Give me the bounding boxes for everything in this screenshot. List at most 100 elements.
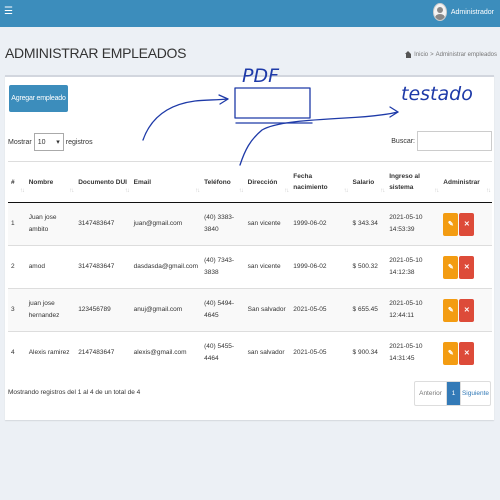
pagination-previous[interactable]: Anterior: [415, 382, 447, 405]
cell-actions: ✎ ✕: [440, 245, 492, 289]
breadcrumb-current: Administrar empleados: [435, 51, 497, 58]
table-body: 1 Juan jose ambito 3147483647 juan@gmail.co…: [8, 202, 492, 375]
user-name: Administrador: [450, 8, 494, 16]
edit-button[interactable]: ✎: [443, 298, 459, 322]
header-col-email[interactable]: Email ↑↓: [130, 161, 202, 203]
cell-salario: $ 655.45: [349, 288, 387, 332]
sort-icon: ↑↓: [19, 188, 25, 194]
length-suffix: registros: [65, 138, 93, 146]
cell-email: anuj@gmail.com: [130, 288, 202, 332]
header-label: Ingreso al sistema: [389, 173, 420, 191]
cell-dui: 2147483647: [75, 331, 131, 375]
cell-fecha-nac: 2021-05-05: [290, 331, 350, 375]
cell-telefono: (40) 3383-3840: [201, 202, 245, 246]
header-label: Nombre: [28, 178, 54, 186]
cell-direccion: San salvador: [244, 288, 291, 332]
delete-button[interactable]: ✕: [459, 341, 475, 365]
delete-button[interactable]: ✕: [459, 298, 475, 322]
search-label: Buscar:: [391, 137, 415, 145]
pagination-page-1[interactable]: 1: [447, 382, 460, 405]
length-select[interactable]: 10 ▾: [33, 133, 64, 151]
cell-nombre: Juan jose ambito: [25, 202, 76, 246]
edit-button[interactable]: ✎: [443, 255, 459, 279]
cell-num: 1: [8, 202, 26, 246]
header-col-salario[interactable]: Salario ↑↓: [349, 161, 387, 203]
top-navbar: ☰ Administrador: [0, 0, 500, 27]
row-actions: ✎ ✕: [443, 298, 489, 322]
cell-telefono: (40) 5455-4464: [201, 331, 245, 375]
pencil-icon: ✎: [447, 307, 454, 314]
table-header-row: # ↑↓ Nombre ↑↓ Documento DUI ↑↓ Email ↑↓ Teléfon…: [8, 161, 492, 203]
table-row: 4 Alexis ramirez 2147483647 alexis@gmail.co…: [8, 331, 492, 375]
cell-salario: $ 343.34: [349, 202, 387, 246]
delete-button[interactable]: ✕: [459, 212, 475, 236]
cell-actions: ✎ ✕: [440, 288, 492, 332]
search-input[interactable]: [417, 131, 492, 151]
header-col-direccion[interactable]: Dirección ↑↓: [244, 161, 291, 203]
cell-fecha-nac: 2021-05-05: [290, 288, 350, 332]
cell-dui: 3147483647: [75, 202, 131, 246]
table-info: Mostrando registros del 1 al 4 de un tot…: [8, 389, 141, 396]
cell-actions: ✎ ✕: [440, 202, 492, 246]
cell-ingreso: 2021-05-10 14:31:45: [386, 331, 441, 375]
pagination: Anterior 1 Siguiente: [414, 381, 491, 406]
header-label: Salario: [352, 178, 375, 186]
header-label: Administrar: [443, 178, 480, 186]
header-col-num[interactable]: # ↑↓: [8, 161, 26, 203]
header-col-telefono[interactable]: Teléfono ↑↓: [201, 161, 245, 203]
times-icon: ✕: [463, 264, 470, 271]
times-icon: ✕: [463, 350, 470, 358]
add-employee-button[interactable]: Agregar empleado: [9, 85, 68, 112]
cell-ingreso: 2021-05-10 12:44:11: [386, 288, 441, 332]
sort-icon: ↑↓: [195, 188, 200, 194]
row-actions: ✎ ✕: [443, 341, 489, 365]
pencil-icon: ✎: [447, 264, 454, 271]
cell-actions: ✎ ✕: [440, 331, 492, 375]
row-actions: ✎ ✕: [443, 255, 489, 279]
cell-nombre: Alexis ramirez: [25, 331, 76, 375]
cell-dui: 3147483647: [75, 245, 131, 289]
row-actions: ✎ ✕: [443, 212, 489, 236]
header-label: Email: [133, 178, 152, 186]
hamburger-icon[interactable]: ☰: [4, 6, 13, 18]
header-col-nombre[interactable]: Nombre ↑↓: [25, 161, 76, 203]
breadcrumb-home[interactable]: Inicio: [414, 52, 428, 58]
table-row: 1 Juan jose ambito 3147483647 juan@gmail.co…: [8, 202, 492, 246]
pagination-next[interactable]: Siguiente: [460, 382, 490, 405]
home-icon: [405, 51, 412, 58]
header-col-dui[interactable]: Documento DUI ↑↓: [75, 161, 131, 203]
cell-email: dasdasda@gmail.com: [130, 245, 202, 289]
table-row: 3 juan jose hernandez 123456789 anuj@gmail.…: [8, 288, 492, 332]
header-col-ingreso[interactable]: Ingreso al sistema ↑↓: [386, 161, 441, 203]
cell-telefono: (40) 5494-4645: [201, 288, 245, 332]
sort-icon: ↑↓: [69, 188, 74, 194]
table-row: 2 amod 3147483647 dasdasda@gmail.com (40) 73…: [8, 245, 492, 289]
employees-table: # ↑↓ Nombre ↑↓ Documento DUI ↑↓ Email ↑↓ Teléfon…: [8, 161, 492, 375]
edit-button[interactable]: ✎: [443, 341, 459, 365]
times-icon: ✕: [463, 221, 470, 228]
cell-fecha-nac: 1999-06-02: [290, 202, 350, 246]
header-col-fecha-nacimiento[interactable]: Fecha nacimiento ↑↓: [290, 161, 350, 203]
sort-icon: ↑↓: [343, 188, 349, 194]
chevron-down-icon: ▾: [56, 139, 60, 146]
sort-icon: ↑↓: [124, 188, 130, 194]
header-col-administrar[interactable]: Administrar ↑↓: [440, 161, 492, 203]
header-label: Fecha nacimiento: [293, 173, 328, 191]
cell-salario: $ 900.34: [349, 331, 387, 375]
header-label: Documento DUI: [78, 178, 127, 186]
sort-icon: ↑↓: [380, 188, 385, 194]
cell-salario: $ 500.32: [349, 245, 387, 289]
user-menu[interactable]: Administrador: [432, 3, 494, 21]
breadcrumb-separator: >: [430, 51, 434, 58]
cell-email: juan@gmail.com: [130, 202, 202, 246]
cell-nombre: juan jose hernandez: [25, 288, 76, 332]
cell-ingreso: 2021-05-10 14:12:38: [386, 245, 441, 289]
sort-icon: ↑↓: [284, 188, 289, 194]
sort-icon: ↑↓: [486, 188, 491, 194]
cell-direccion: san salvador: [244, 331, 291, 375]
length-value: 10: [37, 138, 46, 146]
edit-button[interactable]: ✎: [443, 212, 459, 236]
sort-icon: ↑↓: [434, 188, 439, 194]
pencil-icon: ✎: [447, 221, 454, 228]
delete-button[interactable]: ✕: [459, 255, 475, 279]
